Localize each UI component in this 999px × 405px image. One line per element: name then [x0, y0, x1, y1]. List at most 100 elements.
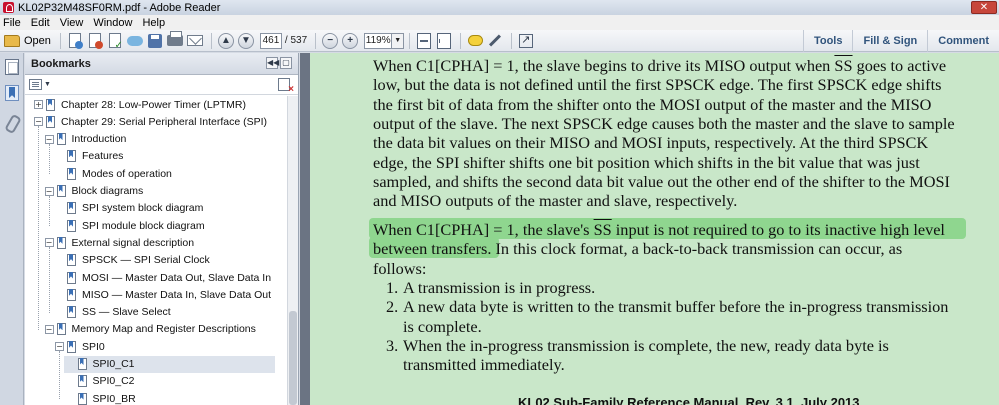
bookmark-page-icon: [56, 323, 66, 336]
page-number-input[interactable]: 461: [259, 32, 282, 49]
collapse-toggle-icon[interactable]: −: [55, 342, 64, 352]
navigation-rail: [0, 53, 24, 405]
highlight-button[interactable]: [486, 32, 504, 50]
document-text-line: A transmission is in progress.: [403, 278, 596, 297]
bookmark-item[interactable]: SPI0_BR: [66, 390, 136, 405]
toolbar-separator: [511, 32, 513, 49]
create-pdf-button[interactable]: [66, 32, 84, 50]
attachment-icon[interactable]: [5, 115, 19, 131]
bookmark-item[interactable]: − External signal description: [44, 234, 194, 251]
bookmark-item[interactable]: SS — Slave Select: [55, 304, 171, 321]
bookmark-label: SPI0_C2: [92, 375, 135, 388]
collapse-toggle-icon[interactable]: −: [44, 186, 54, 196]
toolbar-right: Tools Fill & Sign Comment: [802, 30, 999, 52]
scrollbar-thumb[interactable]: [289, 311, 297, 405]
collapse-toggle-icon[interactable]: −: [44, 134, 54, 144]
email-icon: [186, 35, 203, 46]
bookmark-page-icon: [67, 271, 76, 284]
close-window-button[interactable]: ✕: [971, 1, 997, 14]
bookmark-page-icon: [46, 98, 55, 111]
zoom-out-button[interactable]: −: [321, 32, 339, 50]
export-pdf-button[interactable]: [86, 32, 104, 50]
cloud-upload-button[interactable]: [126, 32, 144, 50]
bookmark-page-icon: [67, 306, 76, 319]
email-button[interactable]: [186, 32, 204, 50]
bookmark-icon[interactable]: [5, 85, 19, 101]
zoom-dropdown-icon[interactable]: ▼: [392, 32, 405, 49]
bookmark-item[interactable]: SPI module block diagram: [55, 217, 205, 234]
toolbar-separator: [460, 32, 462, 49]
collapse-toggle-icon[interactable]: −: [34, 117, 43, 127]
full-screen-button[interactable]: [517, 32, 535, 50]
bookmark-label: Introduction: [71, 133, 127, 146]
bookmark-item[interactable]: − Introduction: [44, 131, 127, 148]
zoom-in-icon: +: [342, 32, 359, 49]
menu-window[interactable]: Window: [93, 17, 132, 29]
cloud-upload-icon: [126, 35, 143, 46]
bookmark-item[interactable]: Features: [55, 148, 123, 165]
menu-file[interactable]: File: [3, 17, 21, 29]
zoom-out-icon: −: [322, 32, 339, 49]
toolbar-separator: [409, 32, 411, 49]
previous-page-button[interactable]: ▲: [217, 32, 235, 50]
adobe-reader-icon: [3, 2, 14, 13]
options-icon: [29, 79, 42, 90]
print-icon: [166, 31, 183, 46]
next-page-button[interactable]: ▼: [237, 32, 255, 50]
zoom-input[interactable]: 119%: [364, 32, 393, 49]
comment-button[interactable]: [466, 32, 484, 50]
document-text-line: sampled, and shifts the second data bit …: [373, 172, 950, 192]
zoom-in-button[interactable]: +: [341, 32, 359, 50]
open-button[interactable]: Open: [4, 34, 51, 47]
bookmark-item[interactable]: SPI system block diagram: [55, 200, 203, 217]
bookmark-item[interactable]: − Memory Map and Register Descriptions: [44, 321, 256, 338]
fit-width-button[interactable]: [435, 32, 453, 50]
tools-button[interactable]: Tools: [802, 30, 853, 52]
comment-pane-button[interactable]: Comment: [927, 30, 999, 52]
signal-overline: SS: [834, 56, 853, 75]
menu-bar: File Edit View Window Help: [0, 15, 999, 30]
document-text-line: When C1[CPHA] = 1, the slave's SS input …: [373, 220, 945, 239]
fit-page-button[interactable]: [415, 32, 433, 50]
bookmarks-scrollbar[interactable]: [287, 96, 298, 405]
collapse-toggle-icon[interactable]: −: [44, 324, 54, 334]
menu-help[interactable]: Help: [142, 17, 165, 29]
bookmark-item[interactable]: − Block diagrams: [44, 183, 143, 200]
bookmark-item[interactable]: − SPI0: [55, 338, 105, 355]
panel-controls: ◀◀ ▢: [264, 57, 292, 69]
bookmark-page-icon: [56, 133, 66, 146]
collapse-panel-icon[interactable]: ◀◀: [266, 57, 279, 69]
bookmarks-header: Bookmarks ◀◀ ▢: [25, 53, 298, 75]
list-number: 3.: [386, 336, 399, 356]
menu-view[interactable]: View: [60, 17, 84, 29]
bookmark-item[interactable]: MISO — Master Data In, Slave Data Out: [55, 286, 271, 303]
fill-sign-button[interactable]: Fill & Sign: [852, 30, 927, 52]
bookmark-page-icon: [77, 358, 87, 370]
title-bar: KL02P32M48SF0RM.pdf - Adobe Reader ✕: [0, 0, 999, 15]
collapse-toggle-icon[interactable]: −: [44, 238, 54, 248]
bookmark-item[interactable]: MOSI — Master Data Out, Slave Data In: [55, 269, 271, 286]
pages-icon[interactable]: [5, 59, 19, 75]
document-text-line: When the in-progress transmission is com…: [403, 336, 889, 356]
bookmark-item[interactable]: − Chapter 29: Serial Peripheral Interface…: [34, 113, 267, 130]
pdf-page[interactable]: When C1[CPHA] = 1, the slave begins to d…: [310, 53, 999, 405]
menu-edit[interactable]: Edit: [31, 17, 50, 29]
document-area[interactable]: When C1[CPHA] = 1, the slave begins to d…: [300, 53, 999, 405]
print-button[interactable]: [166, 31, 184, 50]
bookmark-page-icon: [67, 167, 76, 180]
bookmark-item[interactable]: SPI0_C1: [63, 355, 275, 373]
bookmark-item[interactable]: SPSCK — SPI Serial Clock: [55, 252, 210, 269]
expand-toggle-icon[interactable]: +: [34, 100, 43, 109]
bookmark-item[interactable]: SPI0_C2: [66, 373, 135, 390]
bookmark-item[interactable]: + Chapter 28: Low-Power Timer (LPTMR): [34, 96, 246, 113]
document-text-line: between transfers. In this clock format,…: [373, 239, 903, 259]
bookmark-item[interactable]: Modes of operation: [55, 165, 172, 182]
delete-bookmark-icon[interactable]: [278, 78, 294, 95]
save-button[interactable]: [146, 32, 164, 50]
close-panel-icon[interactable]: ▢: [280, 57, 292, 69]
sign-button[interactable]: [106, 32, 124, 51]
document-text-line: the data bit values on their MISO and MO…: [373, 133, 929, 153]
bookmark-page-icon: [67, 288, 76, 301]
bookmark-options-button[interactable]: ▼: [29, 79, 51, 90]
document-text-line: When C1[CPHA] = 1, the slave begins to d…: [373, 56, 947, 75]
